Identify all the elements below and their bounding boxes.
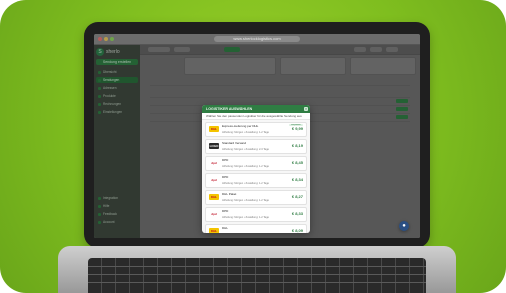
carrier-offer-price: € 8,33 bbox=[291, 211, 303, 216]
maximize-window-icon[interactable] bbox=[110, 37, 114, 41]
carrier-selection-modal: LOGISTIKER AUSWÄHLEN × Wählen Sie den pa… bbox=[202, 105, 310, 233]
carrier-logo: dpd bbox=[209, 211, 219, 217]
carrier-logo: dpd bbox=[209, 177, 219, 183]
carrier-logo: dpd bbox=[209, 160, 219, 166]
carrier-offer-price: € 8,27 bbox=[291, 194, 303, 199]
carrier-offer[interactable]: DHL DHL Paket Abholung: Morgen • Zustellun… bbox=[205, 190, 307, 205]
carrier-offer-name: Standard Versand bbox=[222, 142, 247, 145]
hero-background: www.sherlocklogistics.com S sherlo Sendu… bbox=[0, 0, 506, 293]
carrier-offer[interactable]: dpd DPD Abholung: Morgen • Zustellung: 1-2… bbox=[205, 173, 307, 188]
carrier-offer[interactable]: dpd DPD Abholung: Morgen • Zustellung: 1-2… bbox=[205, 207, 307, 222]
carrier-offer-name: Express-Lieferung per DHL bbox=[222, 125, 259, 128]
carrier-offer[interactable]: dpd DPD Abholung: Morgen • Zustellung: 1-2… bbox=[205, 156, 307, 171]
carrier-offer-list: DHL Express-Lieferung per DHL Abholung: Mo… bbox=[202, 122, 310, 233]
keyboard-row bbox=[88, 282, 426, 283]
carrier-offer-meta: Abholung: Morgen • Zustellung: 1-2 Tage bbox=[222, 199, 270, 202]
carrier-offer[interactable]: DHL Express-Lieferung per DHL Abholung: Mo… bbox=[205, 122, 307, 137]
carrier-offer-name: DHL Paket bbox=[222, 193, 237, 196]
browser-toolbar: www.sherlocklogistics.com bbox=[94, 34, 420, 45]
carrier-offer-name: DPD bbox=[222, 176, 229, 179]
laptop-lid: www.sherlocklogistics.com S sherlo Sendu… bbox=[84, 22, 430, 248]
carrier-logo: LOGO bbox=[209, 143, 219, 149]
carrier-offer-price: € 8,45 bbox=[291, 160, 303, 165]
carrier-offer-meta: Abholung: Morgen • Zustellung: 1-2 Tage bbox=[222, 182, 270, 185]
carrier-offer-meta: Abholung: Morgen • Zustellung: 1-2 Tage bbox=[222, 165, 270, 168]
keyboard bbox=[88, 258, 426, 293]
carrier-logo: DHL bbox=[209, 126, 219, 132]
carrier-logo: DHL bbox=[209, 228, 219, 233]
carrier-offer[interactable]: LOGO Standard Versand Abholung: Morgen • Z… bbox=[205, 139, 307, 154]
close-icon[interactable]: × bbox=[304, 107, 308, 111]
chat-bubble-icon[interactable]: ● bbox=[399, 221, 409, 231]
app-root: S sherlo Sendung erstellen Übersicht Send… bbox=[94, 45, 420, 238]
carrier-offer-meta: Abholung: Morgen • Zustellung: 2-3 Tage bbox=[222, 148, 270, 151]
carrier-offer[interactable]: DHLDHLAbholung: Morgen • Zustellung: 1-2… bbox=[205, 224, 307, 233]
address-bar[interactable]: www.sherlocklogistics.com bbox=[214, 36, 300, 42]
carrier-offer-name: DPD bbox=[222, 159, 229, 162]
recommended-badge: Empfohlen bbox=[289, 124, 303, 126]
laptop-screen: www.sherlocklogistics.com S sherlo Sendu… bbox=[94, 34, 420, 238]
carrier-offer-price: € 8,19 bbox=[291, 143, 303, 148]
minimize-window-icon[interactable] bbox=[104, 37, 108, 41]
carrier-offer-name: DHL bbox=[222, 227, 229, 230]
carrier-offer-price: € 8,34 bbox=[291, 177, 303, 182]
modal-title: LOGISTIKER AUSWÄHLEN bbox=[202, 105, 310, 113]
carrier-offer-meta: Abholung: Morgen • Zustellung: 1-2 Tage bbox=[222, 216, 270, 219]
modal-subtitle: Wählen Sie den passenden Logistiker für … bbox=[202, 113, 310, 120]
keyboard-row bbox=[88, 266, 426, 267]
carrier-offer-price: € 9,99 bbox=[291, 126, 303, 131]
carrier-offer-meta: Abholung: Morgen • Zustellung: 1-2 Tage bbox=[222, 131, 270, 134]
carrier-offer-name: DPD bbox=[222, 210, 229, 213]
close-window-icon[interactable] bbox=[98, 37, 102, 41]
carrier-offer-price: € 8,09 bbox=[291, 228, 303, 233]
keyboard-row bbox=[88, 274, 426, 275]
carrier-logo: DHL bbox=[209, 194, 219, 200]
